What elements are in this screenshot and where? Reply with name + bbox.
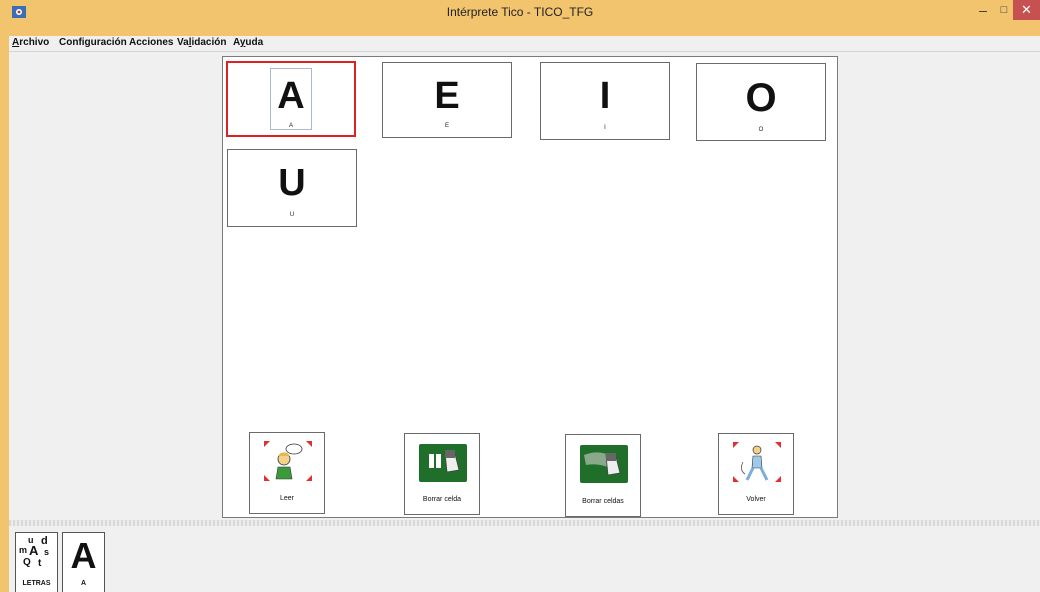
letters-glyph: t [38,558,42,569]
action-label: Borrar celdas [582,498,624,505]
erase-cells-icon [580,445,628,483]
action-borrar-celdas[interactable]: Borrar celdas [565,434,641,517]
cell-e[interactable]: E E [382,62,512,138]
history-label: LETRAS [22,580,51,587]
menu-bar: Archivo Configuración Acciones Validació… [9,36,1040,52]
person-speaking-icon [264,441,312,481]
close-button[interactable]: ✕ [1013,0,1040,20]
letters-glyph: s [44,547,50,557]
minimize-button[interactable]: – [976,2,990,18]
cell-o[interactable]: O O [696,63,826,141]
cell-label: E [444,123,449,129]
action-leer[interactable]: Leer [249,432,325,514]
cell-symbol: U [278,162,306,204]
maximize-button[interactable]: □ [996,2,1012,18]
cell-label: O [758,127,764,133]
cell-label: I [604,125,606,131]
cell-symbol: E [434,75,460,117]
cell-symbol: A [277,75,305,117]
title-bar: Intérprete Tico - TICO_TFG – □ ✕ [0,0,1040,36]
window-frame [0,36,9,592]
action-label: Leer [279,495,294,502]
window-title: Intérprete Tico - TICO_TFG [446,5,594,19]
cell-a[interactable]: A A [226,61,356,137]
action-borrar-celda[interactable]: Borrar celda [404,433,480,515]
erase-cell-icon [419,444,467,482]
history-item-letras[interactable]: u d m A s Q t LETRAS [15,532,58,592]
action-label: Volver [746,496,766,503]
history-item-a[interactable]: A A [62,532,105,592]
menu-archivo[interactable]: Archivo [12,37,49,48]
action-label: Borrar celda [422,496,462,503]
walking-person-icon [733,442,781,482]
menu-configuracion[interactable]: Configuración [59,37,127,48]
history-symbol: A [70,535,97,576]
communication-board: A A E E I I O O U U Leer Borrar celda Bo… [222,56,838,518]
cell-u[interactable]: U U [227,149,357,227]
action-volver[interactable]: Volver [718,433,794,515]
menu-ayuda[interactable]: Ayuda [233,37,263,48]
selection-history-bar: u d m A s Q t LETRAS A A [9,526,1040,592]
cell-label: A [288,123,293,129]
letters-glyph: m [19,545,28,555]
cell-symbol: I [599,75,611,117]
cell-i[interactable]: I I [540,62,670,140]
history-label: A [80,580,87,587]
cell-label: U [289,212,295,218]
letters-glyph: d [41,535,48,547]
cell-symbol: O [745,76,777,120]
menu-validacion[interactable]: Validación [177,37,226,48]
letters-glyph: Q [23,557,31,568]
letters-glyph: A [29,543,39,558]
menu-acciones[interactable]: Acciones [129,37,173,48]
